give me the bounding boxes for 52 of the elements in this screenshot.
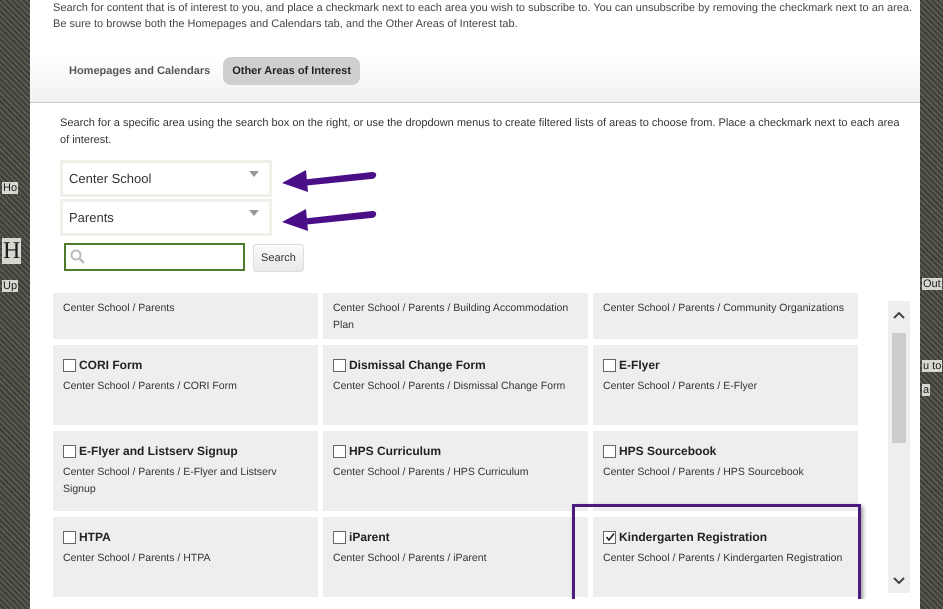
checkbox[interactable] (333, 358, 346, 372)
chevron-up-icon[interactable] (893, 311, 905, 319)
instructions-text: Search for a specific area using the search box on the right, or use the dropdown menus to create filtered lists of areas to choose from. Place a checkmark next to each area of interest. (60, 116, 900, 148)
checkbox[interactable] (63, 530, 76, 544)
intro-text: Be sure to browse both the Homepages and Calendars tab, and the Other Areas of Interest tab. (52, 17, 519, 32)
area-title: iParent (349, 530, 390, 544)
search-button[interactable]: Search (253, 244, 304, 272)
backdrop-text: u to (922, 360, 942, 372)
area-path: Center School / Parents / HPS Sourcebook (603, 465, 805, 480)
filter-dropdown[interactable]: Parents (60, 199, 272, 236)
area-path: Center School / Parents / Community Organizations (603, 301, 846, 316)
backdrop-text: Up (2, 280, 18, 292)
area-title: E-Flyer (619, 358, 660, 372)
checkbox[interactable] (603, 444, 616, 458)
tab[interactable]: Other Areas of Interest (223, 57, 360, 85)
checkbox[interactable] (63, 444, 76, 458)
checkbox[interactable] (603, 358, 616, 372)
backdrop-text: Out (922, 278, 942, 290)
caret-icon (249, 170, 259, 176)
tab[interactable]: Homepages and Calendars (60, 57, 220, 85)
area-title: Kindergarten Registration (619, 530, 768, 544)
backdrop-text: Ho (2, 182, 18, 194)
area-path: Center School / Parents / iParent (333, 551, 488, 566)
area-path: Center School / Parents / E-Flyer and Listserv Signup (63, 465, 278, 497)
area-path: Center School / Parents / Dismissal Change Form (333, 379, 566, 394)
area-title: HTPA (79, 530, 111, 544)
scrollbar[interactable] (888, 301, 910, 593)
backdrop-text: a (922, 384, 930, 396)
filter-dropdown[interactable]: Center School (60, 160, 272, 197)
area-path: Center School / Parents / CORI Form (63, 379, 238, 394)
area-title: CORI Form (79, 358, 142, 372)
area-path: Center School / Parents / Kindergarten Registration (603, 551, 844, 566)
scroll-thumb[interactable] (892, 333, 906, 443)
backdrop-text: H (2, 238, 22, 264)
intro-text: Search for content that is of interest to you, and place a checkmark next to each area you wish to subscribe to. You can unsubscribe by removing the checkmark next to an area. (52, 1, 914, 16)
area-title: Dismissal Change Form (349, 358, 486, 372)
area-path: Center School / Parents / Building Accommodation Plan (333, 301, 570, 333)
area-title: HPS Curriculum (349, 444, 442, 458)
checkbox[interactable] (333, 530, 346, 544)
area-path: Center School / Parents / HPS Curriculum (333, 465, 530, 480)
area-path: Center School / Parents / HTPA (63, 551, 212, 566)
area-path: Center School / Parents (63, 301, 176, 316)
area-path: Center School / Parents / E-Flyer (603, 379, 758, 394)
area-title: HPS Sourcebook (619, 444, 716, 458)
caret-icon (249, 210, 259, 216)
chevron-down-icon[interactable] (893, 577, 905, 585)
search-icon (70, 249, 86, 265)
checkbox[interactable] (63, 358, 76, 372)
checkbox[interactable] (603, 530, 616, 544)
search-field[interactable] (64, 243, 245, 271)
checkbox[interactable] (333, 444, 346, 458)
area-title: E-Flyer and Listserv Signup (79, 444, 238, 458)
